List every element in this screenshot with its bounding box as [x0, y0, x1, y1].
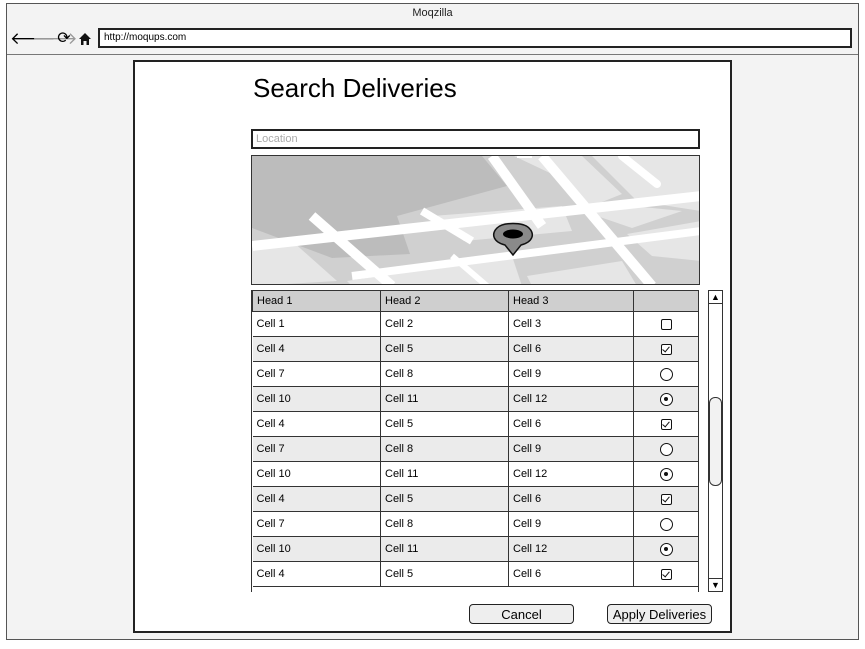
- map[interactable]: [251, 155, 700, 285]
- checkbox-checked[interactable]: [661, 568, 673, 580]
- table-cell: Cell 9: [508, 436, 634, 462]
- cancel-button[interactable]: Cancel: [469, 604, 574, 624]
- checkbox-unchecked[interactable]: [661, 318, 673, 330]
- table-cell: Cell 7: [252, 361, 381, 387]
- table-cell: Cell 12: [508, 536, 634, 562]
- table-cell: Cell 6: [508, 411, 634, 437]
- table-cell-control: [633, 336, 698, 362]
- deliveries-table: Head 1 Head 2 Head 3 Cell 1 Cell 2 Cell 3C…: [252, 290, 698, 587]
- url-field[interactable]: http://moqups.com: [98, 28, 852, 48]
- table-cell: Cell 7: [252, 511, 381, 537]
- browser-divider: [7, 54, 858, 55]
- table-cell: Cell 5: [380, 561, 509, 587]
- table-row[interactable]: Cell 7 Cell 8 Cell 9: [252, 511, 698, 537]
- table-cell: Cell 4: [252, 486, 381, 512]
- table-cell: Cell 10: [252, 461, 381, 487]
- table-cell: Cell 11: [380, 461, 509, 487]
- table-cell-control: [633, 461, 698, 487]
- scroll-up-icon[interactable]: ▲: [709, 291, 722, 304]
- table-cell: Cell 10: [252, 386, 381, 412]
- table-cell: Cell 9: [508, 361, 634, 387]
- browser-title: Moqzilla: [412, 7, 453, 19]
- radio-selected[interactable]: [660, 467, 674, 481]
- table-cell-control: [633, 536, 698, 562]
- checkbox-checked[interactable]: [661, 343, 673, 355]
- table-cell-control: [633, 436, 698, 462]
- map-graphic: [252, 156, 699, 284]
- apply-deliveries-button[interactable]: Apply Deliveries: [607, 604, 712, 624]
- table-cell-control: [633, 386, 698, 412]
- table-row[interactable]: Cell 10 Cell 11 Cell 12: [252, 386, 698, 412]
- back-arrow-icon[interactable]: 🡐: [10, 28, 56, 50]
- table-cell: Cell 11: [380, 536, 509, 562]
- checkbox-checked[interactable]: [661, 493, 673, 505]
- table-row[interactable]: Cell 4 Cell 5 Cell 6: [252, 486, 698, 512]
- table-row[interactable]: Cell 4 Cell 5 Cell 6: [252, 561, 698, 587]
- table-cell: Cell 9: [508, 511, 634, 537]
- table-cell: Cell 4: [252, 411, 381, 437]
- radio-selected[interactable]: [660, 542, 674, 556]
- table-row[interactable]: Cell 10 Cell 11 Cell 12: [252, 536, 698, 562]
- table-cell: Cell 10: [252, 536, 381, 562]
- scrollbar-thumb[interactable]: [709, 397, 722, 486]
- column-header[interactable]: Head 2: [380, 290, 509, 312]
- deliveries-grid: Head 1 Head 2 Head 3 Cell 1 Cell 2 Cell 3C…: [251, 290, 699, 592]
- radio-unselected[interactable]: [660, 367, 674, 381]
- radio-selected[interactable]: [660, 392, 674, 406]
- radio-unselected[interactable]: [660, 442, 674, 456]
- vertical-scrollbar[interactable]: ▲ ▼: [708, 290, 723, 592]
- table-cell: Cell 11: [380, 386, 509, 412]
- page-title: Search Deliveries: [253, 73, 457, 103]
- table-cell: Cell 5: [380, 486, 509, 512]
- table-cell: Cell 1: [252, 311, 381, 337]
- table-cell: Cell 5: [380, 336, 509, 362]
- table-header-row: Head 1 Head 2 Head 3: [252, 290, 698, 312]
- table-cell-control: [633, 486, 698, 512]
- table-cell: Cell 12: [508, 386, 634, 412]
- table-cell: Cell 6: [508, 336, 634, 362]
- table-cell: Cell 12: [508, 461, 634, 487]
- table-cell-control: [633, 361, 698, 387]
- table-body: Cell 1 Cell 2 Cell 3 Cell 4 Cell 5 Cell 6 Cell…: [252, 311, 698, 587]
- table-cell: Cell 6: [508, 486, 634, 512]
- table-cell: Cell 3: [508, 311, 634, 337]
- table-cell: Cell 4: [252, 336, 381, 362]
- table-cell: Cell 6: [508, 561, 634, 587]
- table-cell: Cell 4: [252, 561, 381, 587]
- table-row[interactable]: Cell 7 Cell 8 Cell 9: [252, 436, 698, 462]
- table-cell: Cell 2: [380, 311, 509, 337]
- table-cell-control: [633, 511, 698, 537]
- map-pin-icon[interactable]: [489, 222, 537, 256]
- table-cell-control: [633, 411, 698, 437]
- location-input[interactable]: [251, 129, 700, 149]
- scroll-down-icon[interactable]: ▼: [709, 578, 722, 591]
- browser-navbar: 🡐 🡒 ⟳ http://moqups.com: [7, 26, 858, 54]
- column-header[interactable]: Head 3: [508, 290, 634, 312]
- table-row[interactable]: Cell 7 Cell 8 Cell 9: [252, 361, 698, 387]
- table-row[interactable]: Cell 4 Cell 5 Cell 6: [252, 336, 698, 362]
- table-cell-control: [633, 561, 698, 587]
- table-cell: Cell 8: [380, 361, 509, 387]
- radio-unselected[interactable]: [660, 517, 674, 531]
- checkbox-checked[interactable]: [661, 418, 673, 430]
- reload-icon[interactable]: ⟳: [54, 28, 74, 50]
- column-header: [633, 290, 698, 312]
- home-icon[interactable]: [75, 28, 95, 50]
- table-cell-control: [633, 311, 698, 337]
- table-row[interactable]: Cell 10 Cell 11 Cell 12: [252, 461, 698, 487]
- table-cell: Cell 8: [380, 436, 509, 462]
- table-cell: Cell 8: [380, 511, 509, 537]
- table-row[interactable]: Cell 4 Cell 5 Cell 6: [252, 411, 698, 437]
- forward-arrow-icon[interactable]: 🡒: [32, 28, 78, 50]
- dialog-window: Search Deliveries Location Head 1 Head 2…: [133, 60, 732, 633]
- table-row[interactable]: Cell 1 Cell 2 Cell 3: [252, 311, 698, 337]
- column-header[interactable]: Head 1: [252, 290, 381, 312]
- table-cell: Cell 7: [252, 436, 381, 462]
- table-cell: Cell 5: [380, 411, 509, 437]
